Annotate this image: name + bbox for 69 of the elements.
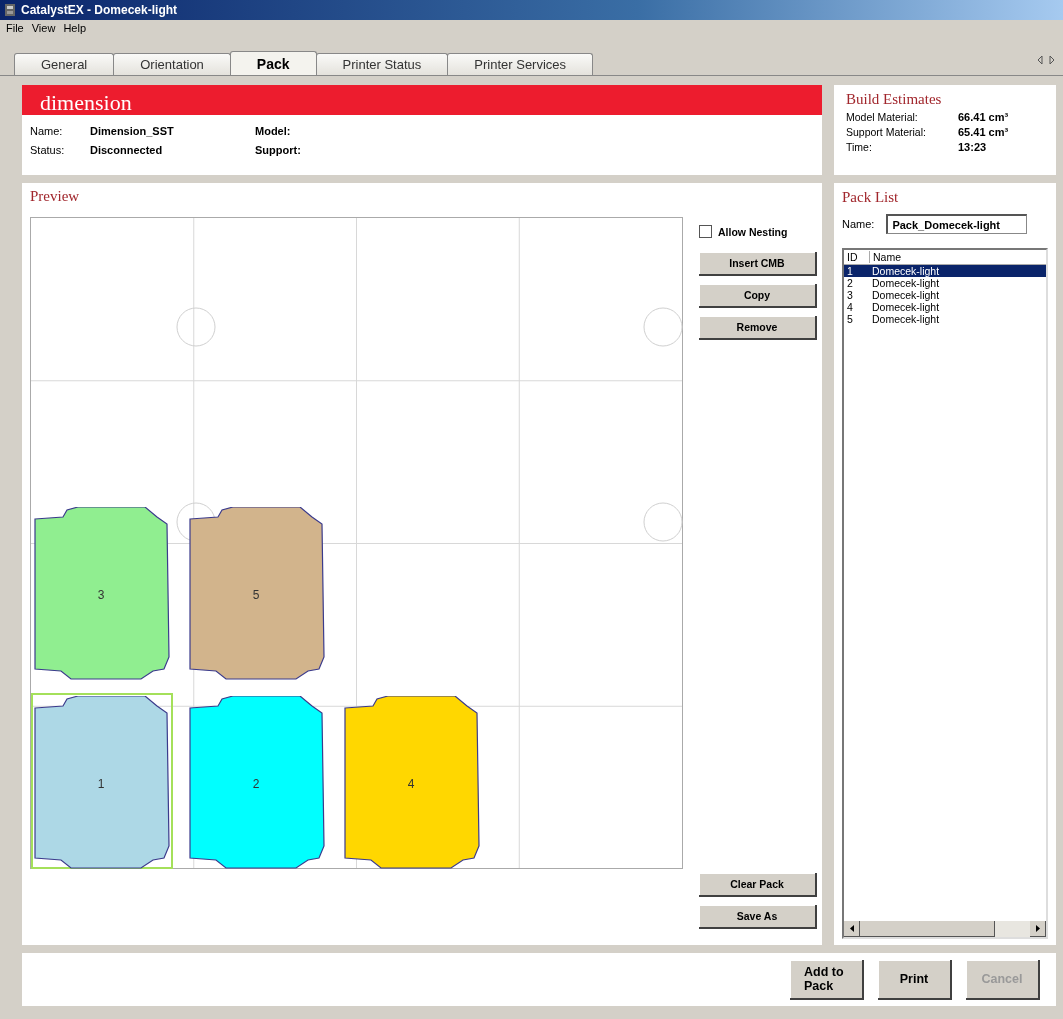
menu-item[interactable]: Help (63, 22, 86, 34)
row-name: Domecek-light (872, 289, 940, 301)
part-number: 1 (97, 777, 105, 791)
name-field[interactable]: Pack_Domecek-light (886, 214, 1028, 234)
checkbox[interactable] (699, 225, 712, 238)
tab[interactable]: Pack (229, 51, 317, 75)
list-row[interactable]: 5 Domecek-light (844, 313, 1046, 325)
part-number: 5 (252, 588, 260, 602)
estimate-label: Time: (846, 141, 873, 153)
part-outline[interactable] (189, 696, 325, 869)
scroll-right-icon[interactable] (1035, 925, 1040, 932)
pack-list[interactable]: ID Name 1 Domecek-light 2 Domecek-light 3 Domecek-light 4 Domecek-light 5 Domecek-light (842, 248, 1048, 939)
row-id: 5 (846, 313, 854, 325)
name-label: Name: (842, 218, 875, 230)
part-number: 3 (97, 588, 105, 602)
row-name: Domecek-light (872, 265, 940, 277)
scroll-left-icon[interactable] (849, 925, 854, 932)
brand-logo: dimension (40, 91, 132, 115)
action-button[interactable]: Add to Pack (790, 959, 864, 1000)
row-name: Domecek-light (872, 313, 940, 325)
estimate-label: Model Material: (846, 111, 919, 123)
tray-button[interactable]: Clear Pack (699, 873, 817, 897)
tray-button[interactable]: Save As (699, 905, 817, 929)
menu-item[interactable]: View (31, 22, 56, 34)
tab-scroll-arrows-icon[interactable] (1037, 56, 1055, 64)
tray-button[interactable]: Remove (699, 316, 817, 340)
field-label: Support: (255, 144, 302, 156)
list-row[interactable]: 1 Domecek-light (844, 265, 1046, 277)
window-title: CatalystEX - Domecek-light (21, 3, 178, 17)
section-title: Build Estimates (846, 91, 943, 108)
list-row[interactable]: 3 Domecek-light (844, 289, 1046, 301)
row-id: 3 (846, 289, 854, 301)
field-label: Status: (30, 144, 66, 156)
estimate-value: 65.41 cm³ (958, 126, 1010, 138)
column-header[interactable]: Name (870, 251, 901, 263)
estimate-label: Support Material: (846, 126, 927, 138)
part-number: 4 (407, 777, 415, 791)
column-header[interactable]: ID (844, 251, 870, 263)
part-outline[interactable] (189, 507, 325, 680)
section-title: Preview (30, 188, 80, 204)
part-outline[interactable] (344, 696, 480, 869)
menu-item[interactable]: File (6, 22, 24, 34)
row-id: 4 (846, 301, 854, 313)
tab[interactable]: Printer Services (447, 53, 594, 75)
field-value: Dimension_SST (90, 125, 175, 137)
estimate-value: 13:23 (958, 141, 988, 153)
tray-button[interactable]: Copy (699, 284, 817, 308)
part-outline[interactable] (34, 507, 170, 680)
row-name: Domecek-light (872, 301, 940, 313)
horizontal-scrollbar[interactable] (844, 921, 1046, 937)
field-label: Name: (30, 125, 64, 137)
tab[interactable]: Orientation (113, 53, 231, 75)
list-row[interactable]: 4 Domecek-light (844, 301, 1046, 313)
action-button[interactable]: Print (878, 959, 952, 1000)
row-id: 2 (846, 277, 854, 289)
field-value: Disconnected (90, 144, 164, 156)
checkbox-label[interactable]: Allow Nesting (718, 225, 788, 238)
row-id: 1 (846, 265, 854, 277)
tab[interactable]: General (14, 53, 115, 75)
row-name: Domecek-light (872, 277, 940, 289)
estimate-value: 66.41 cm³ (958, 111, 1010, 123)
part-number: 2 (252, 777, 260, 791)
app-icon (4, 3, 16, 17)
tab[interactable]: Printer Status (315, 53, 449, 75)
section-title: Pack List (842, 189, 900, 206)
tray-button[interactable]: Insert CMB (699, 252, 817, 276)
list-row[interactable]: 2 Domecek-light (844, 277, 1046, 289)
field-label: Model: (255, 125, 292, 137)
circle-mark (643, 307, 683, 347)
